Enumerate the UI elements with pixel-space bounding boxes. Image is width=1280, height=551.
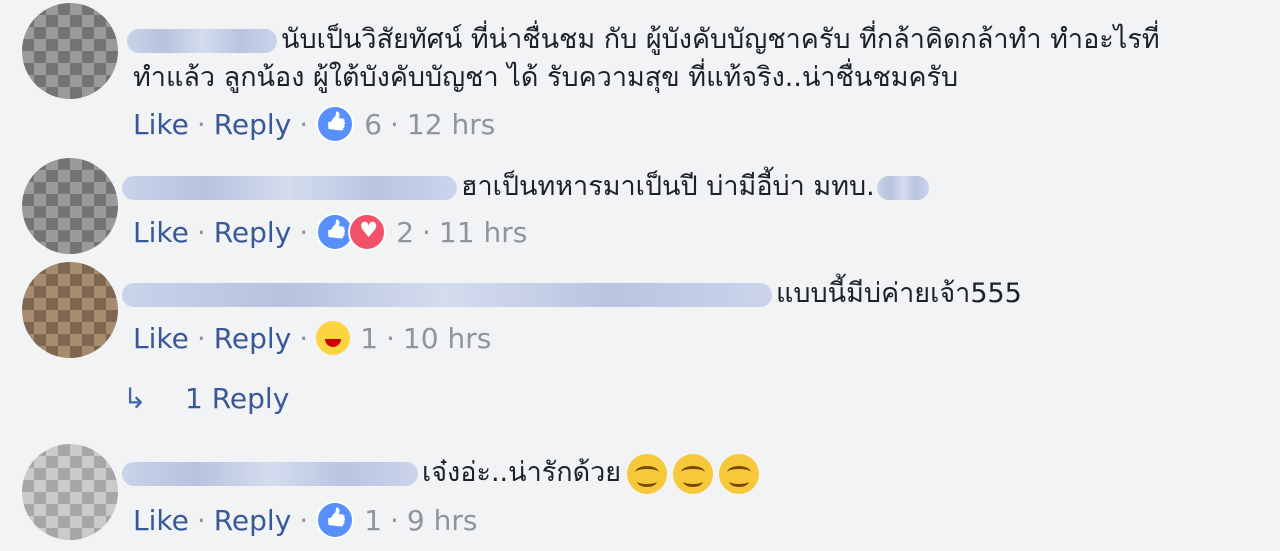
reaction-count[interactable]: 1 — [360, 322, 378, 355]
separator: · — [299, 321, 309, 355]
separator: · — [196, 215, 206, 249]
like-icon[interactable] — [316, 501, 355, 539]
comment-actions: Like · Reply · 1 · 10 hrs — [133, 321, 491, 355]
commenter-avatar[interactable] — [22, 444, 118, 540]
reply-link[interactable]: Reply — [214, 108, 292, 141]
commenter-name-blurred[interactable] — [122, 282, 772, 307]
separator: · — [196, 107, 206, 141]
separator: · — [196, 503, 206, 537]
mention-blurred — [876, 175, 929, 200]
comment-text: เจ๋งอ่ะ..น่ารักด้วย — [122, 453, 760, 494]
commenter-name-blurred[interactable] — [122, 175, 457, 200]
commenter-avatar[interactable] — [22, 158, 118, 254]
like-icon[interactable] — [316, 105, 355, 143]
smiling-face-icon — [673, 453, 714, 494]
comment-text: ทำแล้ว ลูกน้อง ผู้ใต้บังคับบัญชา ได้ รับ… — [133, 62, 959, 93]
separator: · — [390, 107, 399, 141]
separator: · — [390, 503, 399, 537]
like-link[interactable]: Like — [133, 108, 189, 141]
view-replies-link[interactable]: ↳ 1 Reply — [123, 382, 289, 415]
like-link[interactable]: Like — [133, 504, 189, 537]
separator: · — [386, 321, 395, 355]
reply-link[interactable]: Reply — [214, 504, 292, 537]
commenter-avatar[interactable] — [22, 3, 118, 99]
smiling-face-icon — [627, 453, 668, 494]
comment-actions: Like · Reply · 6 · 12 hrs — [133, 105, 495, 143]
haha-icon[interactable] — [316, 321, 351, 355]
replies-count-label[interactable]: 1 Reply — [185, 382, 289, 415]
commenter-avatar[interactable] — [22, 262, 118, 358]
separator: · — [299, 503, 309, 537]
timestamp[interactable]: 9 hrs — [407, 504, 478, 537]
reaction-count[interactable]: 2 — [396, 216, 414, 249]
reaction-count[interactable]: 6 — [364, 108, 382, 141]
commenter-name-blurred[interactable] — [122, 461, 418, 486]
smiling-face-icon — [719, 453, 760, 494]
comment-text: นับเป็นวิสัยทัศน์ ที่น่าชื่นชม กับ ผู้บั… — [127, 20, 1160, 60]
separator: · — [299, 107, 309, 141]
comment-text: แบบนี้มีบ่ค่ายเจ้า555 — [122, 274, 1022, 314]
timestamp[interactable]: 11 hrs — [439, 216, 527, 249]
timestamp[interactable]: 12 hrs — [407, 108, 495, 141]
comment-actions: Like · Reply · 2 · 11 hrs — [133, 213, 527, 251]
timestamp[interactable]: 10 hrs — [403, 322, 491, 355]
reply-arrow-icon: ↳ — [123, 381, 147, 415]
reply-link[interactable]: Reply — [214, 216, 292, 249]
love-icon[interactable] — [348, 213, 387, 251]
separator: · — [299, 215, 309, 249]
commenter-name-blurred[interactable] — [127, 28, 277, 53]
comment-text: ฮาเป็นทหารมาเป็นปี บ่ามีอี้บ่า มทบ. — [122, 167, 933, 207]
separator: · — [422, 215, 431, 249]
separator: · — [196, 321, 206, 355]
like-link[interactable]: Like — [133, 322, 189, 355]
comment-actions: Like · Reply · 1 · 9 hrs — [133, 501, 477, 539]
reply-link[interactable]: Reply — [214, 322, 292, 355]
like-link[interactable]: Like — [133, 216, 189, 249]
reaction-count[interactable]: 1 — [364, 504, 382, 537]
